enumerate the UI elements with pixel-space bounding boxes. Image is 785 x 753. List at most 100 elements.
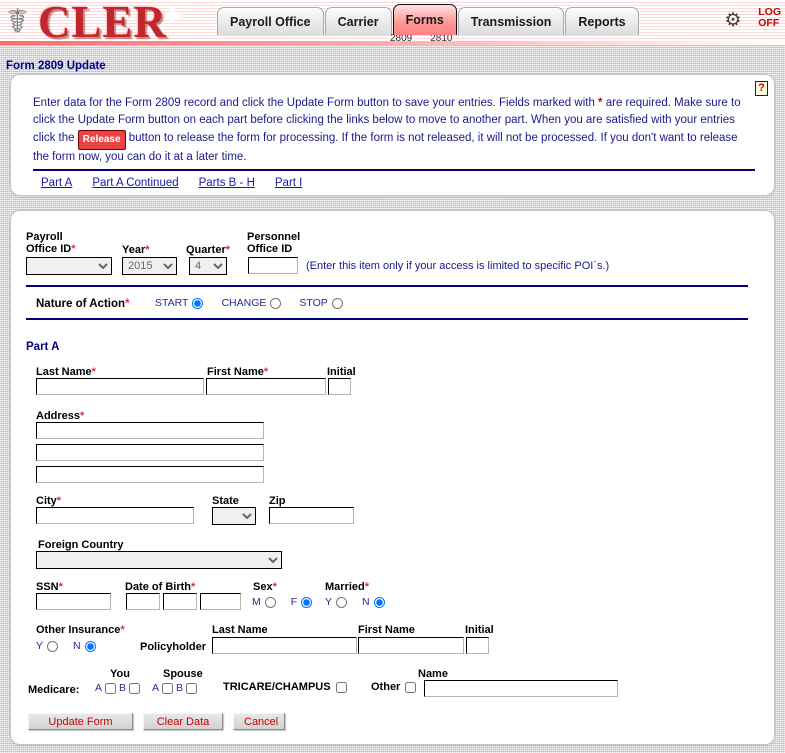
checkbox-you-a[interactable] — [105, 682, 117, 694]
link-part-a-continued[interactable]: Part A Continued — [92, 177, 178, 189]
clear-data-button[interactable]: Clear Data — [143, 713, 223, 730]
nature-of-action-radios[interactable]: START CHANGE STOP — [155, 297, 343, 309]
instructions-part-1: Enter data for the Form 2809 record and … — [33, 97, 599, 109]
address-line-3-input[interactable] — [36, 466, 264, 483]
other-insurance-label: Other Insurance* — [36, 624, 125, 636]
part-navigation-links[interactable]: Part A Part A Continued Parts B - H Part… — [41, 177, 302, 189]
medicare-spouse-checkboxes[interactable]: A B — [152, 682, 198, 694]
log-off-button[interactable]: LOG OFF — [758, 7, 781, 29]
policyholder-initial-input[interactable] — [466, 637, 489, 654]
link-part-a[interactable]: Part A — [41, 177, 72, 189]
payroll-office-id-select[interactable] — [26, 257, 112, 275]
instructions-panel: ? Enter data for the Form 2809 record an… — [10, 74, 775, 196]
sex-radios[interactable]: M F — [252, 596, 313, 608]
help-icon[interactable]: ? — [755, 81, 768, 96]
link-parts-b-h[interactable]: Parts B - H — [199, 177, 255, 189]
last-name-label: Last Name* — [36, 366, 96, 378]
brand-logo-text: CLER — [38, 0, 168, 45]
married-radios[interactable]: Y N — [325, 596, 385, 608]
app-banner: ☤ CLER Payroll Office Carrier Forms Tran… — [0, 0, 785, 45]
other-group[interactable]: Other — [371, 681, 417, 693]
checkbox-label-you-b: B — [119, 682, 127, 694]
radio-start[interactable] — [192, 297, 204, 309]
radio-label-sex-m: M — [252, 596, 261, 608]
policyholder-first-name-input[interactable] — [358, 637, 464, 654]
tab-transmission[interactable]: Transmission — [457, 7, 565, 35]
tab-carrier[interactable]: Carrier — [324, 7, 392, 35]
update-form-button[interactable]: Update Form — [28, 713, 133, 730]
medicare-you-checkboxes[interactable]: A B — [95, 682, 141, 694]
dob-day-input[interactable] — [163, 593, 197, 610]
radio-label-start: START — [155, 297, 189, 309]
first-name-input[interactable] — [206, 378, 326, 395]
radio-other-insurance-y[interactable] — [47, 640, 59, 652]
sex-label: Sex* — [253, 581, 277, 593]
address-line-2-input[interactable] — [36, 444, 264, 461]
radio-other-insurance-n[interactable] — [84, 640, 96, 652]
cancel-button[interactable]: Cancel — [233, 713, 285, 730]
city-input[interactable] — [36, 507, 194, 524]
ssn-label: SSN* — [36, 581, 63, 593]
poi-note: (Enter this item only if your access is … — [306, 260, 610, 272]
policyholder-last-name-label: Last Name — [212, 624, 268, 636]
checkbox-other[interactable] — [405, 681, 417, 693]
quarter-select[interactable]: 4 — [189, 257, 227, 275]
year-select[interactable]: 2015 — [122, 257, 177, 275]
year-label: Year* — [122, 244, 150, 256]
address-label: Address* — [36, 410, 85, 422]
zip-input[interactable] — [269, 507, 354, 524]
instructions-text: Enter data for the Form 2809 record and … — [33, 95, 753, 166]
radio-sex-m[interactable] — [264, 596, 276, 608]
married-label: Married* — [325, 581, 370, 593]
radio-change[interactable] — [270, 297, 282, 309]
radio-married-y[interactable] — [336, 596, 348, 608]
foreign-country-label: Foreign Country — [38, 539, 124, 551]
main-tabs[interactable]: Payroll Office Carrier Forms Transmissio… — [217, 3, 640, 35]
other-insurance-radios[interactable]: Y N — [36, 640, 96, 652]
tab-payroll-office[interactable]: Payroll Office — [217, 7, 324, 35]
foreign-country-select[interactable] — [36, 551, 282, 569]
address-line-1-input[interactable] — [36, 422, 264, 439]
log-off-line-2: OFF — [758, 17, 780, 29]
state-select[interactable] — [212, 507, 256, 525]
radio-label-sex-f: F — [290, 596, 298, 608]
radio-stop[interactable] — [331, 297, 343, 309]
initial-input[interactable] — [328, 378, 351, 395]
checkbox-you-b[interactable] — [129, 682, 141, 694]
tab-reports[interactable]: Reports — [565, 7, 639, 35]
tab-forms[interactable]: Forms — [392, 4, 457, 35]
dob-year-input[interactable] — [200, 593, 241, 610]
divider-nature-top — [26, 285, 748, 287]
link-part-i[interactable]: Part I — [275, 177, 302, 189]
spouse-label: Spouse — [163, 668, 203, 680]
quarter-label: Quarter* — [186, 244, 231, 256]
checkbox-label-spouse-b: B — [176, 682, 184, 694]
policyholder-last-name-input[interactable] — [212, 637, 357, 654]
checkbox-spouse-a[interactable] — [162, 682, 174, 694]
radio-sex-f[interactable] — [301, 596, 313, 608]
medicare-label: Medicare: — [28, 684, 80, 696]
personnel-office-id-input[interactable] — [248, 257, 298, 274]
other-name-input[interactable] — [424, 680, 618, 697]
zip-label: Zip — [269, 495, 286, 507]
policyholder-first-name-label: First Name — [358, 624, 415, 636]
radio-married-n[interactable] — [373, 596, 385, 608]
radio-label-married-n: N — [362, 596, 370, 608]
gear-icon[interactable]: ⚙ — [722, 10, 744, 32]
nature-of-action-label: Nature of Action* — [36, 298, 130, 310]
checkbox-label-spouse-a: A — [152, 682, 160, 694]
payroll-office-id-label-line1: Payroll — [26, 231, 63, 243]
ssn-input[interactable] — [36, 593, 111, 610]
personnel-office-id-label-line2: Office ID — [247, 243, 293, 255]
dob-month-input[interactable] — [126, 593, 160, 610]
checkbox-label-you-a: A — [95, 682, 103, 694]
policyholder-label: Policyholder — [140, 641, 207, 653]
checkbox-tricare[interactable] — [335, 681, 347, 693]
tricare-group[interactable]: TRICARE/CHAMPUS — [223, 681, 347, 693]
release-button[interactable]: Release — [77, 130, 126, 150]
part-a-section-title: Part A — [26, 341, 60, 353]
radio-label-stop: STOP — [299, 297, 328, 309]
radio-label-other-insurance-n: N — [73, 640, 81, 652]
checkbox-spouse-b[interactable] — [186, 682, 198, 694]
last-name-input[interactable] — [36, 378, 204, 395]
